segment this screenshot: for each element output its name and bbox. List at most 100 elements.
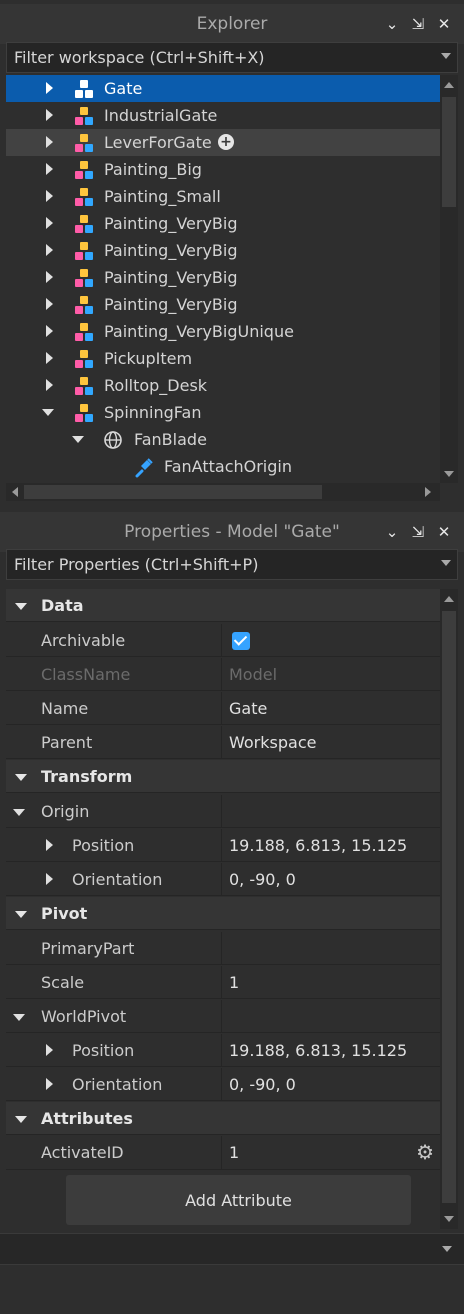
tree-item-rolltop-desk[interactable]: Rolltop_Desk (6, 372, 440, 399)
tree-item-industrialgate[interactable]: IndustrialGate (6, 102, 440, 129)
tree-item-gate[interactable]: Gate (6, 75, 440, 102)
category-pivot[interactable]: Pivot (6, 897, 440, 930)
chevron-down-icon[interactable]: ⌄ (384, 15, 400, 33)
tree-item-painting-verybigunique[interactable]: Painting_VeryBigUnique (6, 318, 440, 345)
expand-arrow-icon[interactable] (46, 873, 53, 885)
tree-item-label: Painting_Big (104, 160, 202, 179)
expand-arrow-icon[interactable] (46, 190, 53, 202)
property-value[interactable]: Workspace (229, 733, 316, 752)
scroll-down-icon[interactable] (444, 471, 454, 477)
property-name: WorldPivot (41, 1006, 127, 1026)
properties-vertical-scrollbar[interactable] (440, 589, 458, 1229)
model-icon (74, 79, 94, 99)
expand-arrow-icon[interactable] (46, 163, 53, 175)
scroll-left-icon[interactable] (12, 487, 18, 497)
property-value[interactable]: 1 (229, 973, 239, 992)
tree-item-label: Gate (104, 79, 143, 98)
collapse-arrow-icon[interactable] (15, 603, 27, 610)
undock-icon[interactable]: ⇲ (410, 15, 426, 33)
tree-item-leverforgate[interactable]: LeverForGate + (6, 129, 440, 156)
property-row-worldpivot[interactable]: WorldPivot (6, 1000, 440, 1033)
chevron-down-icon[interactable]: ⌄ (384, 523, 400, 541)
category-attributes[interactable]: Attributes (6, 1102, 440, 1135)
scroll-up-icon[interactable] (444, 82, 454, 88)
property-value[interactable]: 0, -90, 0 (229, 870, 296, 889)
property-row-name[interactable]: Name Gate (6, 692, 440, 725)
tree-item-pickupitem[interactable]: PickupItem (6, 345, 440, 372)
tree-item-painting-verybig[interactable]: Painting_VeryBig (6, 237, 440, 264)
scroll-right-icon[interactable] (425, 487, 431, 497)
property-row-scale[interactable]: Scale 1 (6, 966, 440, 999)
tree-item-painting-small[interactable]: Painting_Small (6, 183, 440, 210)
filter-dropdown-icon[interactable] (441, 53, 451, 59)
property-row-parent[interactable]: Parent Workspace (6, 726, 440, 759)
scroll-up-icon[interactable] (444, 596, 454, 602)
tree-item-label: FanAttachOrigin (164, 457, 292, 476)
add-attribute-button[interactable]: Add Attribute (66, 1175, 411, 1225)
close-icon[interactable]: ✕ (436, 15, 452, 33)
expand-arrow-icon[interactable] (46, 1078, 53, 1090)
expand-arrow-icon[interactable] (46, 298, 53, 310)
archivable-checkbox[interactable] (232, 632, 250, 650)
tree-item-label: Painting_Small (104, 187, 221, 206)
property-value[interactable]: 0, -90, 0 (229, 1075, 296, 1094)
expand-arrow-icon[interactable] (46, 379, 53, 391)
collapse-arrow-icon[interactable] (15, 774, 27, 781)
tree-item-fanblade[interactable]: FanBlade (6, 426, 440, 453)
property-row-primarypart[interactable]: PrimaryPart (6, 932, 440, 965)
gear-icon[interactable]: ⚙ (416, 1142, 434, 1162)
explorer-filter-placeholder: Filter workspace (Ctrl+Shift+X) (14, 48, 265, 67)
expand-arrow-icon[interactable] (46, 82, 53, 94)
property-row-worldpivot-position[interactable]: Position 19.188, 6.813, 15.125 (6, 1034, 440, 1067)
expand-arrow-icon[interactable] (46, 217, 53, 229)
property-row-origin-position[interactable]: Position 19.188, 6.813, 15.125 (6, 829, 440, 862)
property-row-origin-orientation[interactable]: Orientation 0, -90, 0 (6, 863, 440, 896)
property-row-activateid[interactable]: ActivateID 1 ⚙ (6, 1136, 440, 1170)
property-value[interactable]: 1 (229, 1143, 239, 1162)
tree-item-painting-big[interactable]: Painting_Big (6, 156, 440, 183)
expand-arrow-icon[interactable] (46, 352, 53, 364)
tree-item-fanattachorigin[interactable]: FanAttachOrigin (6, 453, 440, 480)
expand-arrow-icon[interactable] (46, 1044, 53, 1056)
collapse-arrow-icon[interactable] (15, 1116, 27, 1123)
scrollbar-thumb[interactable] (442, 97, 456, 207)
dropdown-icon[interactable] (442, 1246, 452, 1252)
tree-item-painting-verybig[interactable]: Painting_VeryBig (6, 264, 440, 291)
collapse-arrow-icon[interactable] (42, 409, 54, 416)
property-row-worldpivot-orientation[interactable]: Orientation 0, -90, 0 (6, 1068, 440, 1101)
insert-object-icon[interactable]: + (218, 134, 234, 150)
property-value[interactable]: 19.188, 6.813, 15.125 (229, 836, 407, 855)
tree-item-spinningfan[interactable]: SpinningFan (6, 399, 440, 426)
explorer-vertical-scrollbar[interactable] (440, 75, 458, 483)
expand-arrow-icon[interactable] (46, 271, 53, 283)
collapse-arrow-icon[interactable] (15, 911, 27, 918)
expand-arrow-icon[interactable] (46, 244, 53, 256)
properties-filter-input[interactable]: Filter Properties (Ctrl+Shift+P) (6, 549, 458, 580)
tree-item-label: Painting_VeryBig (104, 295, 238, 314)
expand-arrow-icon[interactable] (46, 109, 53, 121)
model-icon (74, 295, 94, 315)
category-data[interactable]: Data (6, 589, 440, 622)
collapse-arrow-icon[interactable] (13, 809, 25, 816)
expand-arrow-icon[interactable] (46, 839, 53, 851)
property-value[interactable]: Gate (229, 699, 267, 718)
collapse-arrow-icon[interactable] (13, 1014, 25, 1021)
scrollbar-thumb[interactable] (24, 485, 322, 499)
collapse-arrow-icon[interactable] (72, 436, 84, 443)
close-icon[interactable]: ✕ (436, 523, 452, 541)
tree-item-painting-verybig[interactable]: Painting_VeryBig (6, 210, 440, 237)
scroll-down-icon[interactable] (444, 1216, 454, 1222)
expand-arrow-icon[interactable] (46, 136, 53, 148)
filter-dropdown-icon[interactable] (441, 560, 451, 566)
category-transform[interactable]: Transform (6, 760, 440, 793)
explorer-filter-input[interactable]: Filter workspace (Ctrl+Shift+X) (6, 42, 458, 73)
property-row-archivable[interactable]: Archivable (6, 624, 440, 657)
property-value[interactable]: 19.188, 6.813, 15.125 (229, 1041, 407, 1060)
scrollbar-thumb[interactable] (442, 611, 456, 1203)
expand-arrow-icon[interactable] (46, 325, 53, 337)
property-value: Model (229, 664, 278, 684)
explorer-horizontal-scrollbar[interactable] (6, 483, 440, 501)
property-row-origin[interactable]: Origin (6, 795, 440, 828)
undock-icon[interactable]: ⇲ (410, 523, 426, 541)
tree-item-painting-verybig[interactable]: Painting_VeryBig (6, 291, 440, 318)
